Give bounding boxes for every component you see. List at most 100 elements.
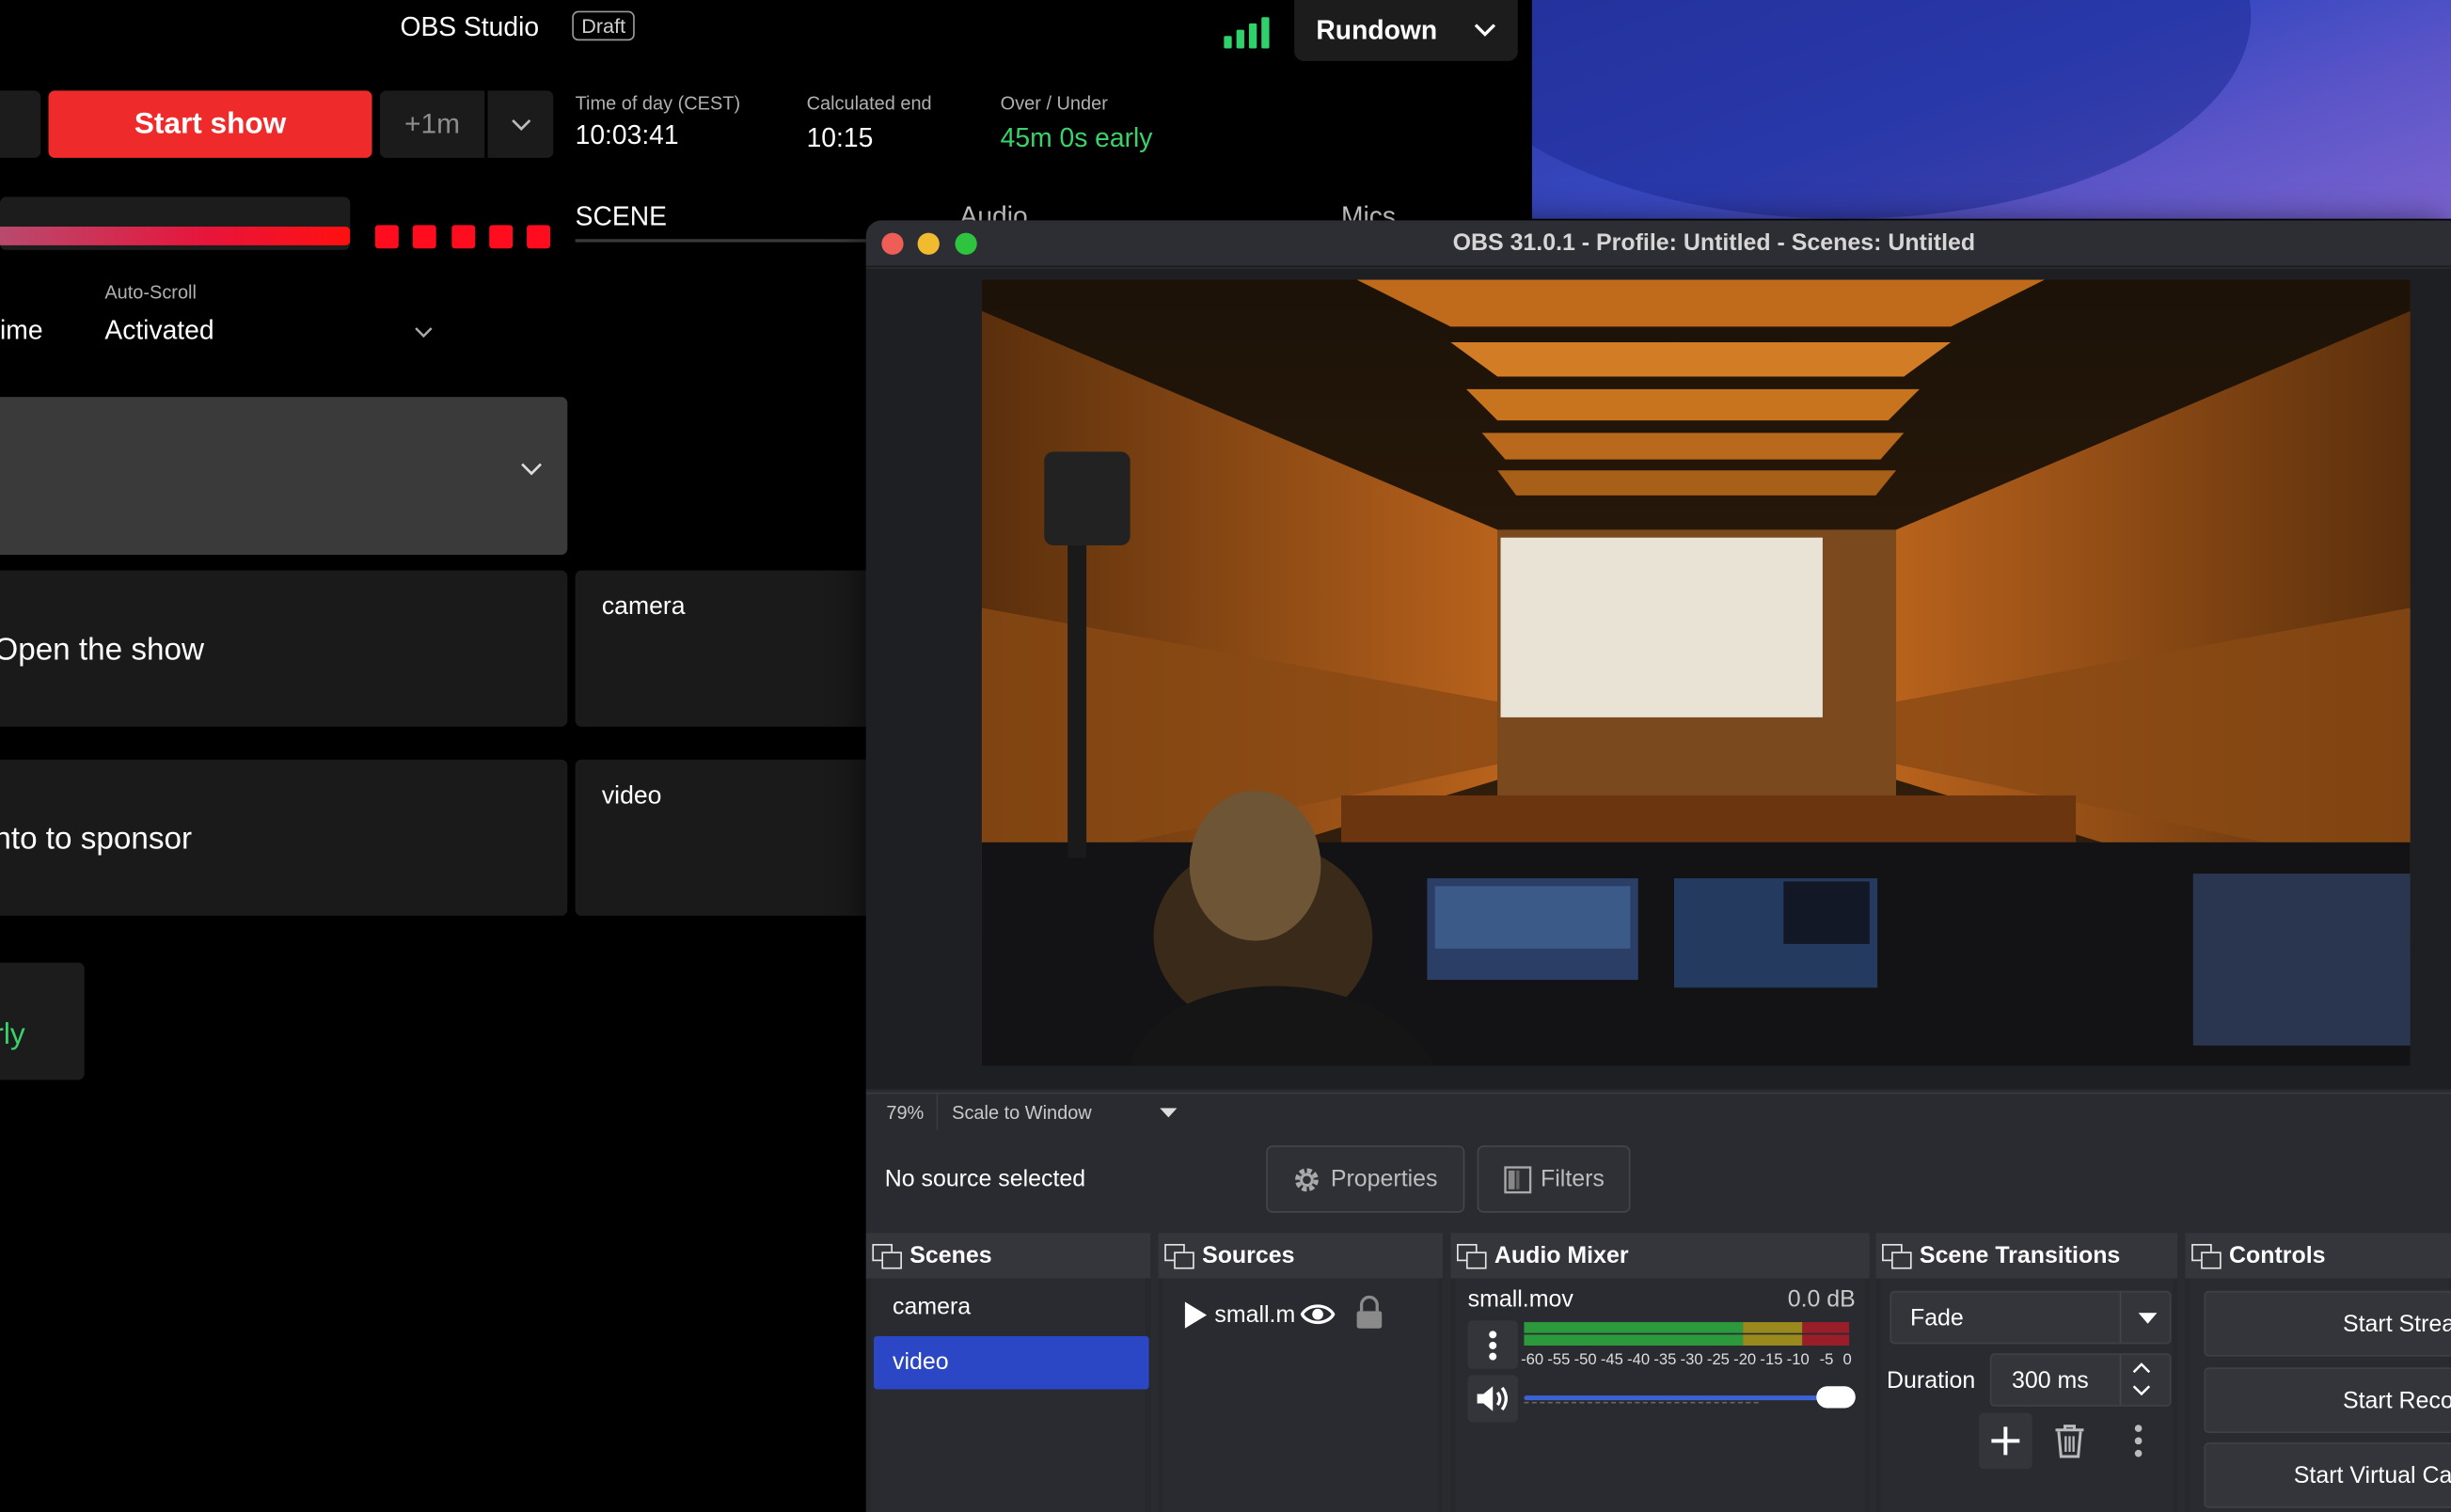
caret-down-icon[interactable]	[1160, 1108, 1178, 1118]
more-vertical-icon[interactable]	[2134, 1424, 2143, 1458]
sources-list: small.m	[1162, 1278, 1439, 1512]
volume-slider-handle[interactable]	[1816, 1386, 1856, 1409]
program-preview[interactable]	[981, 279, 2411, 1066]
window-title: OBS 31.0.1 - Profile: Untitled - Scenes:…	[1452, 229, 1976, 257]
app-title: OBS Studio	[400, 12, 540, 42]
concert-hall-video-frame	[981, 279, 2411, 1066]
mute-button[interactable]	[1467, 1375, 1518, 1423]
time-mode-value[interactable]: ime	[0, 316, 43, 347]
scene-item-video[interactable]: video	[874, 1336, 1149, 1390]
scale-mode-select[interactable]: Scale to Window	[952, 1102, 1092, 1124]
filters-button[interactable]: Filters	[1477, 1145, 1631, 1213]
scene-transitions-panel: Fade Duration 300 ms	[1880, 1278, 2174, 1512]
start-virtual-camera-button[interactable]: Start Virtual Camera	[2204, 1442, 2451, 1508]
properties-button[interactable]: Properties	[1266, 1145, 1465, 1213]
plus-icon	[1991, 1426, 2020, 1456]
early-status-text: rly	[0, 1018, 25, 1052]
show-progress-fill	[0, 226, 351, 245]
add-minute-dropdown[interactable]	[487, 90, 554, 158]
sources-dock-header[interactable]: Sources	[1158, 1233, 1444, 1279]
scene-item-camera[interactable]: camera	[874, 1282, 1149, 1335]
meter-tick: -10	[1786, 1351, 1810, 1369]
auto-scroll-label: Auto-Scroll	[104, 281, 197, 304]
lock-icon[interactable]	[1355, 1295, 1384, 1331]
zoom-level: 79%	[886, 1101, 925, 1124]
meter-tick: -30	[1680, 1351, 1703, 1369]
dock-float-icon	[1882, 1243, 1912, 1268]
row-title: Open the show	[0, 633, 204, 668]
audio-menu-button[interactable]	[1467, 1320, 1518, 1369]
start-streaming-button[interactable]: Start Streaming	[2204, 1290, 2451, 1357]
start-show-button[interactable]: Start show	[48, 90, 372, 158]
rundown-row[interactable]: Open the show	[0, 570, 568, 727]
audio-mixer-dock-header[interactable]: Audio Mixer	[1450, 1233, 1870, 1279]
over-under-value: 45m 0s early	[1000, 123, 1153, 153]
dock-float-icon	[1456, 1243, 1487, 1268]
chevron-down-icon[interactable]	[414, 319, 433, 347]
scene-transitions-dock-title: Scene Transitions	[1919, 1242, 2121, 1269]
audio-db-level: 0.0 dB	[1787, 1285, 1856, 1314]
dock-float-icon	[2191, 1243, 2222, 1268]
volume-meter	[1524, 1319, 1855, 1350]
chevron-down-icon[interactable]	[2132, 1385, 2151, 1396]
segment-marker	[451, 225, 476, 249]
audio-mixer-dock: Audio Mixer small.mov 0.0 dB -60 -55 -50…	[1450, 1233, 1870, 1512]
start-recording-button[interactable]: Start Recording	[2204, 1367, 2451, 1434]
meter-tick: -55	[1547, 1351, 1571, 1369]
source-name: small.m	[1214, 1301, 1296, 1329]
meter-tick: -20	[1733, 1351, 1757, 1369]
rundown-row[interactable]: nto to sponsor	[0, 759, 568, 916]
meter-tick: 0	[1842, 1351, 1852, 1369]
add-minute-button[interactable]: +1m	[379, 90, 485, 158]
speaker-icon	[1477, 1386, 1508, 1411]
scene-cell-label: camera	[601, 593, 686, 621]
transition-select[interactable]: Fade	[1890, 1290, 2172, 1345]
view-dropdown[interactable]: Rundown	[1294, 0, 1518, 61]
time-of-day: Time of day (CEST) 10:03:41	[576, 92, 740, 151]
scene-cell[interactable]: camera	[575, 570, 889, 727]
eye-icon[interactable]	[1300, 1300, 1336, 1329]
scenes-dock-header[interactable]: Scenes	[865, 1233, 1151, 1279]
scene-transitions-dock-header[interactable]: Scene Transitions	[1875, 1233, 2178, 1279]
time-of-day-value: 10:03:41	[575, 119, 679, 150]
audio-mixer-panel: small.mov 0.0 dB -60 -55 -50 -45 -40 -35…	[1455, 1278, 1865, 1512]
row-title: nto to sponsor	[0, 822, 193, 857]
source-item[interactable]: small.m	[1181, 1295, 1439, 1336]
duration-spinbox[interactable]: 300 ms	[1989, 1353, 2172, 1407]
column-header-scene[interactable]: SCENE	[576, 201, 667, 232]
window-titlebar[interactable]: OBS 31.0.1 - Profile: Untitled - Scenes:…	[865, 220, 2451, 268]
controls-dock-header[interactable]: Controls	[2185, 1233, 2451, 1279]
play-icon	[1184, 1301, 1208, 1329]
back-button[interactable]	[0, 90, 41, 158]
scene-transitions-dock: Scene Transitions Fade Duration 300 ms	[1875, 1233, 2178, 1512]
auto-scroll-select[interactable]: Activated	[104, 316, 213, 347]
preview-area	[865, 268, 2451, 1090]
time-of-day-label: Time of day (CEST)	[575, 92, 741, 115]
scene-cell[interactable]: video	[575, 759, 889, 916]
chevron-down-icon	[1474, 24, 1496, 37]
view-dropdown-label: Rundown	[1316, 14, 1438, 45]
duration-value: 300 ms	[2011, 1367, 2089, 1394]
meter-tick: -35	[1653, 1351, 1677, 1369]
segment-marker	[374, 225, 399, 249]
chevron-up-icon[interactable]	[2132, 1362, 2151, 1374]
more-vertical-icon	[1489, 1331, 1497, 1361]
calculated-end-label: Calculated end	[806, 92, 932, 115]
show-progress-bar	[0, 197, 351, 250]
controls-panel: Start Streaming Start Recording Start Vi…	[2190, 1278, 2451, 1512]
meter-tick: -60	[1521, 1351, 1544, 1369]
calculated-end-value: 10:15	[806, 123, 874, 153]
meter-scale: -60 -55 -50 -45 -40 -35 -30 -25 -20 -15 …	[1521, 1352, 1856, 1374]
signal-icon	[1224, 17, 1270, 49]
segment-select[interactable]	[0, 397, 568, 556]
duration-label: Duration	[1887, 1367, 1976, 1394]
filter-icon	[1503, 1165, 1531, 1193]
scenes-list: camera video	[870, 1278, 1149, 1512]
dock-float-icon	[1164, 1243, 1194, 1268]
column-divider	[575, 239, 873, 243]
volume-slider[interactable]	[1524, 1386, 1856, 1411]
trash-icon[interactable]	[2054, 1424, 2085, 1458]
add-transition-button[interactable]	[1979, 1412, 2032, 1470]
scenes-dock-title: Scenes	[909, 1242, 992, 1269]
filters-label: Filters	[1541, 1165, 1605, 1193]
